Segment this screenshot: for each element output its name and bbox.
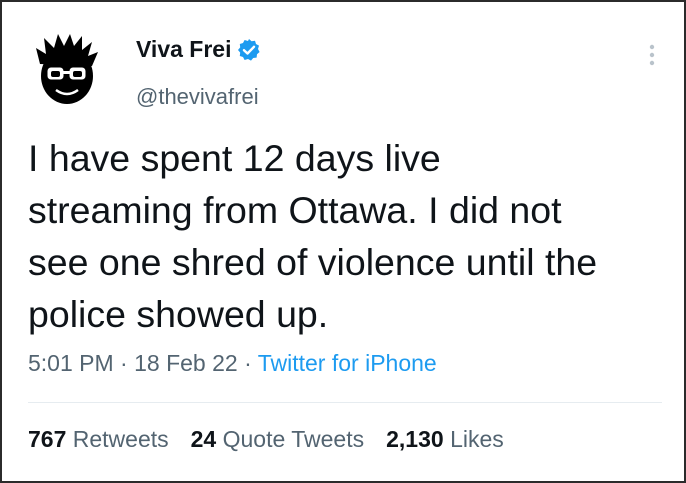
author-name[interactable]: Viva Frei <box>136 36 231 63</box>
likes-label: Likes <box>450 426 504 452</box>
meta-separator: · <box>113 350 135 376</box>
verified-badge-icon <box>237 38 261 62</box>
quote-label: Quote Tweets <box>222 426 365 452</box>
tweet-time[interactable]: 5:01 PM <box>28 350 114 376</box>
likes-count: 2,130 <box>386 426 444 452</box>
divider <box>28 402 662 403</box>
tweet-meta: 5:01 PM · 18 Feb 22 · Twitter for iPhone <box>28 350 437 377</box>
tweet-source-link[interactable]: Twitter for iPhone <box>258 350 437 376</box>
author-handle[interactable]: @thevivafrei <box>136 84 259 110</box>
retweets-stat[interactable]: 767 Retweets <box>28 426 169 453</box>
quote-count: 24 <box>190 426 217 452</box>
tweet-date[interactable]: 18 Feb 22 <box>134 350 238 376</box>
avatar[interactable] <box>34 34 100 106</box>
retweets-count: 767 <box>28 426 67 452</box>
quote-tweets-stat[interactable]: 24 Quote Tweets <box>191 426 364 453</box>
retweets-label: Retweets <box>72 426 169 452</box>
author-name-row[interactable]: Viva Frei <box>136 36 261 63</box>
more-options-icon[interactable] <box>642 42 662 68</box>
tweet-text: I have spent 12 days live streaming from… <box>28 137 598 335</box>
tweet-stats: 767 Retweets 24 Quote Tweets 2,130 Likes <box>28 426 504 453</box>
tweet-card: Viva Frei @thevivafrei I have spent 12 d… <box>0 0 686 483</box>
likes-stat[interactable]: 2,130 Likes <box>386 426 504 453</box>
meta-separator: · <box>237 350 258 376</box>
